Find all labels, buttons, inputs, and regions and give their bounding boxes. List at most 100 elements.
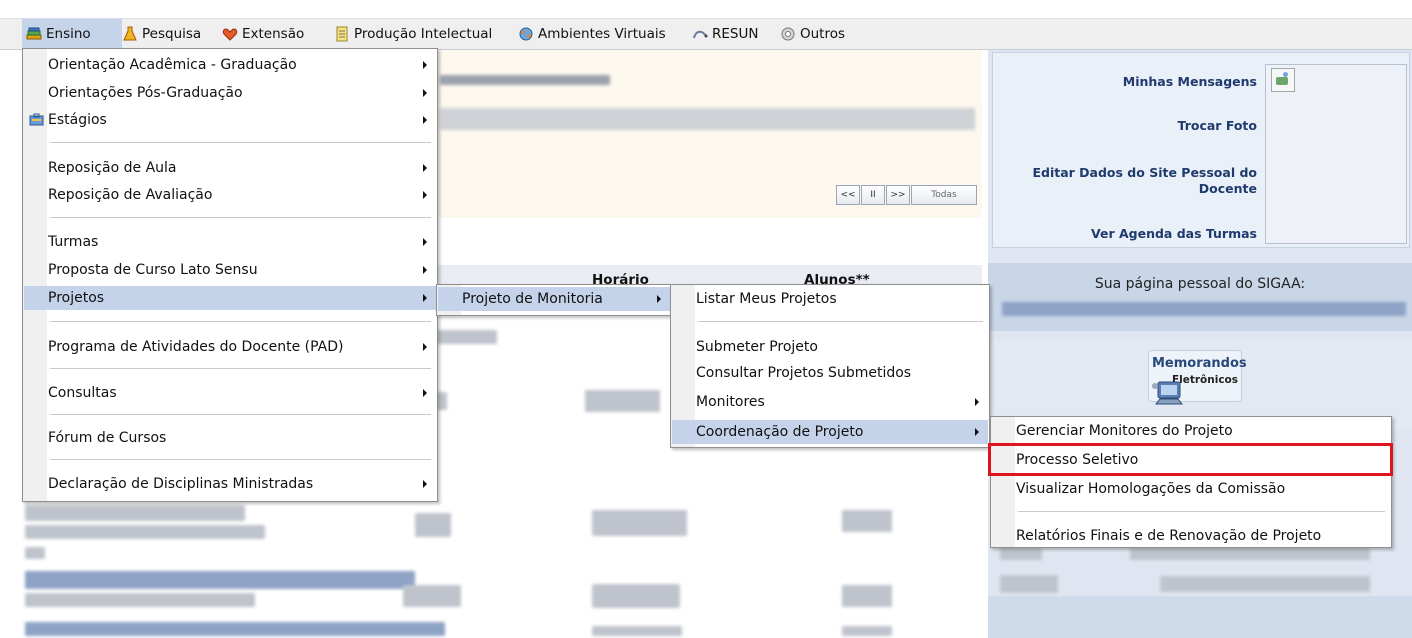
menu-item-label: Gerenciar Monitores do Projeto [1016,423,1233,439]
submenu-arrow-icon [423,238,427,246]
submenu-arrow-icon [423,294,427,302]
submenu-arrow-icon [423,89,427,97]
menu-ensino[interactable]: Ensino [22,19,122,49]
all-pages-button[interactable]: Todas [911,185,977,205]
submenu-arrow-icon [423,116,427,124]
menu-item-orientacoes-pos[interactable]: Orientações Pós-Graduação [24,81,436,105]
menu-ambientes-label: Ambientes Virtuais [538,26,666,42]
blurred-course-subtitle [440,108,975,130]
menu-separator [698,321,983,323]
document-icon [336,26,348,42]
menu-ambientes-virtuais[interactable]: Ambientes Virtuais [518,19,666,49]
minhas-mensagens-link[interactable]: Minhas Mensagens [1000,74,1257,89]
menu-item-reposicao-avaliacao[interactable]: Reposição de Avaliação [24,183,436,207]
menu-item-visualizar-homologacoes[interactable]: Visualizar Homologações da Comissão [992,477,1390,501]
ver-agenda-turmas-link[interactable]: Ver Agenda das Turmas [1000,226,1257,241]
menu-item-label: Reposição de Aula [48,160,177,176]
flask-icon [123,26,137,41]
trocar-foto-link[interactable]: Trocar Foto [1000,118,1257,133]
blurred-cell [1000,548,1042,560]
menu-pesquisa-label: Pesquisa [142,26,202,42]
blurred-cell [25,547,45,559]
coordenacao-submenu: Gerenciar Monitores do Projeto Processo … [990,416,1392,548]
heart-icon [222,28,238,41]
blurred-cell [592,626,682,636]
editar-site-pessoal-link[interactable]: Editar Dados do Site Pessoal do Docente [1000,165,1257,197]
menu-item-monitores[interactable]: Monitores [672,390,988,414]
menu-item-label: Consultar Projetos Submetidos [696,365,912,381]
blurred-row [25,571,415,589]
menu-item-label: Relatórios Finais e de Renovação de Proj… [1016,528,1322,544]
menu-item-label: Programa de Atividades do Docente (PAD) [48,339,344,355]
profile-photo[interactable] [1265,64,1407,244]
blurred-cell [842,510,892,532]
memorandos-eletronicos-button[interactable]: Memorandos Eletrônicos [1148,350,1247,414]
blurred-cell [1160,576,1370,592]
menu-item-listar-meus-projetos[interactable]: Listar Meus Projetos [672,287,988,311]
menu-separator [50,217,431,219]
menu-item-turmas[interactable]: Turmas [24,230,436,254]
menu-item-label: Proposta de Curso Lato Sensu [48,262,258,278]
menu-item-forum-cursos[interactable]: Fórum de Cursos [24,426,436,450]
pagina-pessoal-label: Sua página pessoal do SIGAA: [1094,276,1306,292]
menu-item-label: Submeter Projeto [696,339,818,355]
menu-separator [50,321,431,323]
menu-item-submeter-projeto[interactable]: Submeter Projeto [672,335,988,359]
menu-item-consultar-projetos[interactable]: Consultar Projetos Submetidos [672,361,988,385]
menu-item-declaracao-disciplinas[interactable]: Declaração de Disciplinas Ministradas [24,472,436,496]
menu-resun-label: RESUN [712,26,759,42]
menu-pesquisa[interactable]: Pesquisa [122,19,201,49]
blurred-cell [585,390,660,412]
menu-item-orientacao-academica[interactable]: Orientação Acadêmica - Graduação [24,53,436,77]
menu-extensao-label: Extensão [242,26,305,42]
menu-item-relatorios-finais[interactable]: Relatórios Finais e de Renovação de Proj… [992,524,1390,548]
menu-item-label: Turmas [48,234,99,250]
blurred-course-title [440,75,610,85]
briefcase-icon [29,113,44,126]
menu-item-reposicao-aula[interactable]: Reposição de Aula [24,156,436,180]
submenu-arrow-icon [975,428,979,436]
first-page-button[interactable]: << [836,185,860,205]
next-page-button[interactable]: >> [886,185,910,205]
chart-icon [693,30,708,39]
submenu-arrow-icon [423,343,427,351]
blurred-row [25,525,265,539]
menu-resun[interactable]: RESUN [692,19,758,49]
blurred-cell [1130,548,1370,560]
menu-outros[interactable]: Outros [780,19,845,49]
menu-outros-label: Outros [800,26,846,42]
ensino-dropdown: Orientação Acadêmica - Graduação Orienta… [22,48,438,502]
pause-button[interactable]: II [861,185,885,205]
menu-item-estagios[interactable]: Estágios [24,108,436,132]
submenu-arrow-icon [975,398,979,406]
menu-extensao[interactable]: Extensão [222,19,304,49]
menu-separator [50,459,431,461]
main-menubar: Ensino Pesquisa Extensão Produção Intele… [0,18,1412,50]
menu-item-label: Projetos [48,290,105,306]
blurred-cell [437,392,447,410]
sidebar-footer [988,596,1412,638]
computer-icon [1152,381,1184,405]
monitoria-submenu: Listar Meus Projetos Submeter Projeto Co… [670,284,990,448]
menu-ensino-label: Ensino [46,26,91,42]
submenu-arrow-icon [423,480,427,488]
menu-item-label: Coordenação de Projeto [696,424,864,440]
menu-item-projetos[interactable]: Projetos [24,286,436,310]
menu-item-proposta-lato-sensu[interactable]: Proposta de Curso Lato Sensu [24,258,436,282]
menu-item-label: Orientações Pós-Graduação [48,85,243,101]
menu-item-label: Visualizar Homologações da Comissão [1016,481,1286,497]
menu-item-projeto-monitoria[interactable]: Projeto de Monitoria [438,287,670,311]
menu-item-gerenciar-monitores[interactable]: Gerenciar Monitores do Projeto [992,419,1390,443]
blurred-cell [842,585,892,607]
menu-item-pad[interactable]: Programa de Atividades do Docente (PAD) [24,335,436,359]
submenu-arrow-icon [423,61,427,69]
personal-page-box [988,263,1412,331]
memorandos-title: Memorandos [1152,356,1247,371]
blurred-cell [403,585,461,607]
menu-separator [50,368,431,370]
menu-item-label: Monitores [696,394,765,410]
menu-item-coordenacao-projeto[interactable]: Coordenação de Projeto [672,420,988,444]
menu-producao-intelectual[interactable]: Produção Intelectual [334,19,492,49]
menu-item-label: Consultas [48,385,117,401]
menu-item-consultas[interactable]: Consultas [24,381,436,405]
